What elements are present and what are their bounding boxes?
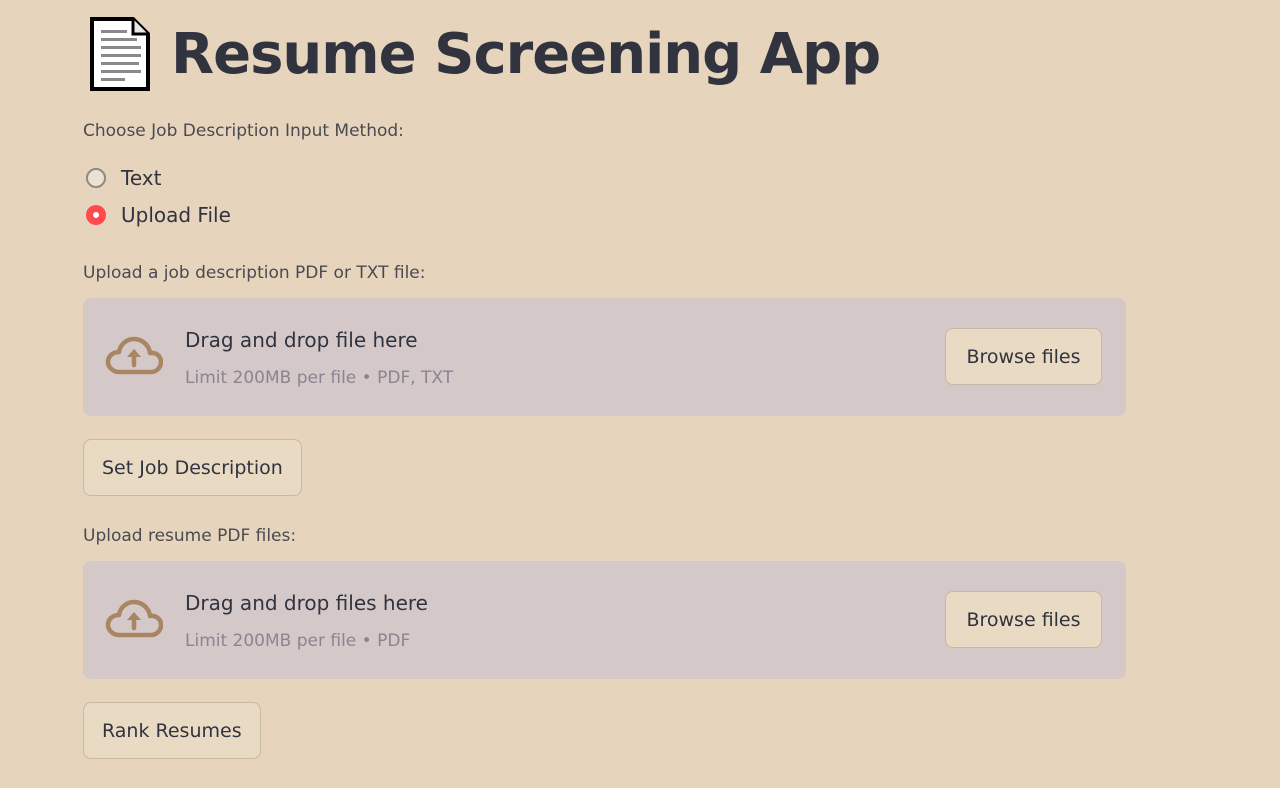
resume-upload-label: Upload resume PDF files: bbox=[83, 526, 297, 546]
rank-resumes-button[interactable]: Rank Resumes bbox=[83, 702, 261, 759]
set-job-description-button[interactable]: Set Job Description bbox=[83, 439, 302, 496]
radio-button-checked[interactable] bbox=[86, 205, 106, 225]
dropzone-limit-text: Limit 200MB per file • PDF, TXT bbox=[185, 368, 454, 388]
dropzone-limit-text: Limit 200MB per file • PDF bbox=[185, 631, 411, 651]
resume-dropzone[interactable]: Drag and drop files here Limit 200MB per… bbox=[83, 561, 1126, 679]
radio-option-text[interactable]: Text bbox=[86, 166, 161, 190]
dropzone-instruction: Drag and drop file here bbox=[185, 328, 418, 352]
job-description-upload-label: Upload a job description PDF or TXT file… bbox=[83, 263, 426, 283]
page-document-icon bbox=[90, 17, 150, 91]
dropzone-instruction: Drag and drop files here bbox=[185, 591, 428, 615]
browse-files-button[interactable]: Browse files bbox=[945, 328, 1102, 385]
title-row: Resume Screening App bbox=[89, 14, 881, 94]
cloud-upload-icon bbox=[105, 599, 163, 638]
cloud-upload-icon bbox=[105, 336, 163, 375]
browse-files-button[interactable]: Browse files bbox=[945, 591, 1102, 648]
input-method-label: Choose Job Description Input Method: bbox=[83, 121, 404, 141]
job-description-dropzone[interactable]: Drag and drop file here Limit 200MB per … bbox=[83, 298, 1126, 416]
radio-button-unchecked[interactable] bbox=[86, 168, 106, 188]
radio-label-text: Text bbox=[121, 166, 162, 190]
page-title: Resume Screening App bbox=[171, 21, 881, 87]
radio-label-upload-file: Upload File bbox=[121, 203, 231, 227]
radio-option-upload-file[interactable]: Upload File bbox=[86, 203, 231, 227]
